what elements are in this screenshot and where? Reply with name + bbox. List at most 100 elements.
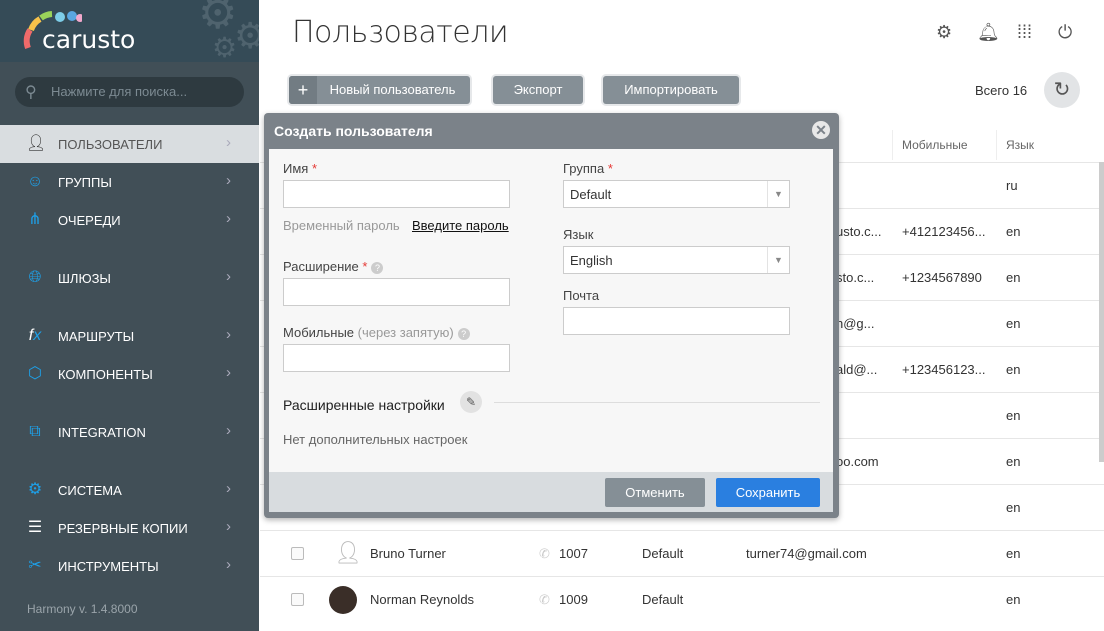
- refresh-button[interactable]: ↻: [1044, 72, 1080, 108]
- row-checkbox[interactable]: [291, 547, 304, 560]
- extension: 1009: [559, 592, 588, 607]
- save-button[interactable]: Сохранить: [716, 478, 820, 507]
- chevron-right-icon: ›: [226, 556, 231, 573]
- group-select[interactable]: Default ▼: [563, 180, 790, 208]
- mobile-hint: (через запятую): [357, 325, 454, 340]
- page-title: Пользователи: [292, 15, 509, 50]
- extension: 1007: [559, 546, 588, 561]
- sidebar-item-components[interactable]: ⬡ КОМПОНЕНТЫ ›: [0, 355, 259, 393]
- gear-decor-icon: ⚙: [198, 0, 238, 38]
- email: oo.com: [836, 454, 879, 469]
- extension-label: Расширение *?: [283, 259, 384, 274]
- sidebar-item-routes[interactable]: fx МАРШРУТЫ ›: [0, 317, 259, 355]
- email-input[interactable]: [563, 307, 790, 335]
- language: en: [1006, 408, 1021, 423]
- language-select[interactable]: English ▼: [563, 246, 790, 274]
- import-button[interactable]: Импортировать: [603, 76, 739, 104]
- group: Default: [642, 546, 684, 561]
- settings-icon[interactable]: ⚙: [936, 22, 952, 43]
- refresh-icon: ↻: [1053, 79, 1071, 101]
- temp-password-label: Временный пароль: [283, 218, 400, 233]
- divider: [494, 402, 820, 403]
- phone-icon: ✆: [539, 546, 550, 561]
- caret-down-icon: ▼: [767, 181, 789, 207]
- chevron-right-icon: ›: [226, 518, 231, 535]
- sidebar-item-users[interactable]: 👤︎ ПОЛЬЗОВАТЕЛИ ›: [0, 125, 259, 163]
- chevron-right-icon: ›: [226, 326, 231, 343]
- mobile-label: Мобильные (через запятую)?: [283, 325, 470, 340]
- sidebar-item-label: ИНСТРУМЕНТЫ: [58, 559, 159, 574]
- group: Default: [642, 592, 684, 607]
- chevron-right-icon: ›: [226, 364, 231, 381]
- dialog-footer: Отменить Сохранить: [269, 472, 833, 512]
- enter-password-link[interactable]: Введите пароль: [412, 218, 509, 233]
- language: en: [1006, 362, 1021, 377]
- user-name[interactable]: Norman Reynolds: [370, 592, 474, 607]
- sidebar-item-label: ШЛЮЗЫ: [58, 271, 111, 286]
- sidebar-item-gateways[interactable]: 🌐︎ ШЛЮЗЫ ›: [0, 259, 259, 297]
- sidebar-item-label: СИСТЕМА: [58, 483, 122, 498]
- queue-icon: ⋔: [28, 211, 42, 228]
- scrollbar[interactable]: [1099, 162, 1104, 462]
- mobile: +1234567890: [902, 270, 982, 285]
- user-icon: 👤︎: [26, 135, 47, 152]
- sidebar-item-system[interactable]: ⚙ СИСТЕМА ›: [0, 471, 259, 509]
- cancel-button[interactable]: Отменить: [605, 478, 705, 507]
- required-mark: *: [362, 259, 368, 274]
- sidebar-item-label: INTEGRATION: [58, 425, 146, 440]
- gear-decor-icon: ⚙: [212, 32, 238, 62]
- table-row[interactable]: 👤︎ Bruno Turner ✆ 1007 Default turner74@gmail…: [260, 530, 1104, 576]
- sidebar-item-queues[interactable]: ⋔ ОЧЕРЕДИ ›: [0, 201, 259, 239]
- extension-input[interactable]: [283, 278, 510, 306]
- column-header-mobile[interactable]: Мобильные: [902, 138, 968, 152]
- sidebar-item-backups[interactable]: ☰ РЕЗЕРВНЫЕ КОПИИ ›: [0, 509, 259, 547]
- export-button[interactable]: Экспорт: [493, 76, 583, 104]
- version-label: Harmony v. 1.4.8000: [27, 602, 138, 616]
- new-user-label: Новый пользователь: [329, 82, 456, 97]
- search-input[interactable]: ⚲ Нажмите для поиска...: [15, 77, 244, 107]
- new-user-button[interactable]: + Новый пользователь: [289, 76, 470, 104]
- group-label: Группа *: [563, 161, 613, 176]
- apps-grid-icon[interactable]: ⁞⁞⁞: [1017, 22, 1032, 43]
- name-input[interactable]: [283, 180, 510, 208]
- table-row[interactable]: Norman Reynolds ✆ 1009 Default en: [260, 576, 1104, 622]
- avatar: [329, 586, 357, 614]
- column-header-language[interactable]: Язык: [1006, 138, 1034, 152]
- sidebar-item-groups[interactable]: ☺ ГРУППЫ ›: [0, 163, 259, 201]
- group-icon: ☺: [26, 173, 44, 190]
- required-mark: *: [607, 161, 613, 176]
- advanced-settings-heading: Расширенные настройки: [283, 397, 445, 413]
- row-checkbox[interactable]: [291, 593, 304, 606]
- user-name[interactable]: Bruno Turner: [370, 546, 446, 561]
- fx-icon: fx: [28, 327, 42, 344]
- mobile-input[interactable]: [283, 344, 510, 372]
- sidebar-item-label: ПОЛЬЗОВАТЕЛИ: [58, 137, 163, 152]
- language-value: English: [570, 253, 613, 268]
- help-icon[interactable]: ?: [371, 261, 384, 274]
- avatar: 👤︎: [329, 540, 362, 568]
- bell-icon[interactable]: 🔔︎: [977, 22, 1000, 43]
- sidebar-item-integration[interactable]: ⧉ INTEGRATION ›: [0, 413, 259, 451]
- database-icon: ☰: [27, 519, 43, 536]
- chevron-right-icon: ›: [226, 172, 231, 189]
- sidebar-item-label: МАРШРУТЫ: [58, 329, 135, 344]
- chevron-right-icon: ›: [226, 422, 231, 439]
- sidebar-item-label: РЕЗЕРВНЫЕ КОПИИ: [58, 521, 188, 536]
- total-count: Всего 16: [975, 83, 1028, 98]
- power-icon[interactable]: ⏻: [1058, 22, 1072, 43]
- edit-advanced-button[interactable]: ✎: [460, 391, 482, 413]
- sidebar-item-label: КОМПОНЕНТЫ: [58, 367, 153, 382]
- language: en: [1006, 546, 1021, 561]
- sidebar-item-tools[interactable]: ✂ ИНСТРУМЕНТЫ ›: [0, 547, 259, 585]
- chevron-right-icon: ›: [226, 268, 231, 285]
- logo-area: carusto ⚙ ⚙ ⚙: [0, 0, 259, 62]
- globe-icon: 🌐︎: [28, 269, 42, 286]
- help-icon[interactable]: ?: [457, 327, 470, 340]
- chevron-right-icon: ›: [226, 210, 231, 227]
- create-user-dialog: Создать пользователя ✕ Имя * Временный п…: [264, 113, 839, 518]
- language: en: [1006, 270, 1021, 285]
- name-label-text: Имя: [283, 161, 309, 176]
- chevron-right-icon: ›: [226, 480, 231, 497]
- plus-icon: +: [289, 76, 317, 104]
- close-button[interactable]: ✕: [812, 121, 830, 139]
